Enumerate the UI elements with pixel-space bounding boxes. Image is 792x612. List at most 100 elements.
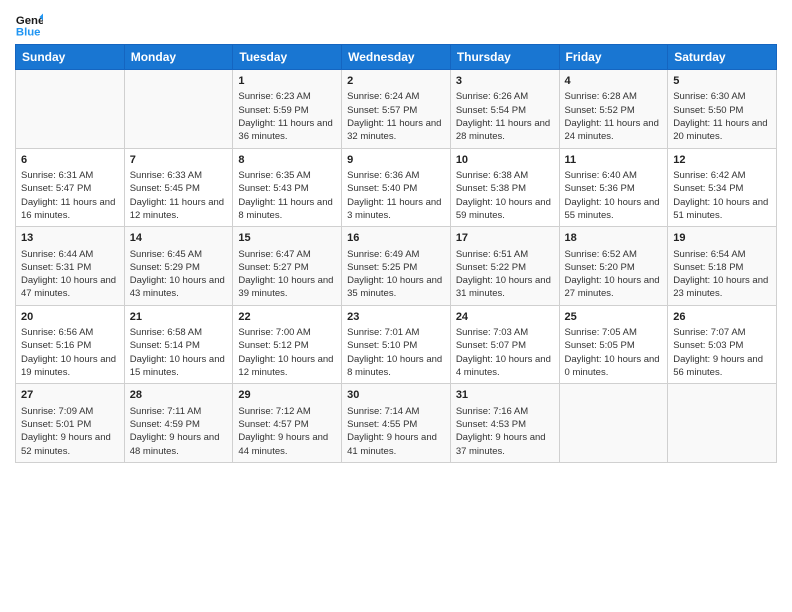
day-info: Sunset: 5:29 PM: [130, 261, 228, 274]
day-info: Sunrise: 7:14 AM: [347, 405, 445, 418]
day-number: 23: [347, 310, 445, 325]
day-info: Sunrise: 6:30 AM: [673, 90, 771, 103]
weekday-header-thursday: Thursday: [450, 45, 559, 70]
svg-text:General: General: [16, 15, 43, 27]
weekday-header-tuesday: Tuesday: [233, 45, 342, 70]
day-info: Daylight: 10 hours and 8 minutes.: [347, 353, 445, 380]
day-info: Daylight: 10 hours and 27 minutes.: [565, 274, 663, 301]
weekday-header-friday: Friday: [559, 45, 668, 70]
calendar-cell: 22Sunrise: 7:00 AMSunset: 5:12 PMDayligh…: [233, 305, 342, 384]
day-info: Sunrise: 6:49 AM: [347, 248, 445, 261]
day-info: Sunrise: 7:11 AM: [130, 405, 228, 418]
calendar-cell: 31Sunrise: 7:16 AMSunset: 4:53 PMDayligh…: [450, 384, 559, 463]
day-info: Sunrise: 6:31 AM: [21, 169, 119, 182]
day-info: Sunset: 5:20 PM: [565, 261, 663, 274]
calendar-cell: 7Sunrise: 6:33 AMSunset: 5:45 PMDaylight…: [124, 148, 233, 227]
day-info: Daylight: 10 hours and 35 minutes.: [347, 274, 445, 301]
day-info: Sunset: 4:57 PM: [238, 418, 336, 431]
calendar-table: SundayMondayTuesdayWednesdayThursdayFrid…: [15, 44, 777, 463]
day-info: Daylight: 10 hours and 12 minutes.: [238, 353, 336, 380]
day-info: Sunrise: 6:42 AM: [673, 169, 771, 182]
day-info: Sunrise: 6:23 AM: [238, 90, 336, 103]
day-number: 30: [347, 388, 445, 403]
svg-text:Blue: Blue: [16, 26, 41, 38]
day-number: 4: [565, 74, 663, 89]
day-info: Sunset: 5:12 PM: [238, 339, 336, 352]
day-info: Daylight: 10 hours and 51 minutes.: [673, 196, 771, 223]
day-info: Daylight: 10 hours and 55 minutes.: [565, 196, 663, 223]
day-info: Sunset: 5:36 PM: [565, 182, 663, 195]
day-info: Daylight: 11 hours and 24 minutes.: [565, 117, 663, 144]
day-number: 1: [238, 74, 336, 89]
day-info: Sunrise: 7:01 AM: [347, 326, 445, 339]
day-info: Daylight: 10 hours and 23 minutes.: [673, 274, 771, 301]
day-info: Daylight: 11 hours and 20 minutes.: [673, 117, 771, 144]
calendar-cell: 8Sunrise: 6:35 AMSunset: 5:43 PMDaylight…: [233, 148, 342, 227]
day-info: Sunrise: 7:09 AM: [21, 405, 119, 418]
day-info: Sunrise: 6:58 AM: [130, 326, 228, 339]
day-info: Sunrise: 6:56 AM: [21, 326, 119, 339]
calendar-cell: 2Sunrise: 6:24 AMSunset: 5:57 PMDaylight…: [342, 70, 451, 149]
day-info: Daylight: 10 hours and 0 minutes.: [565, 353, 663, 380]
day-info: Sunset: 5:18 PM: [673, 261, 771, 274]
calendar-cell: 10Sunrise: 6:38 AMSunset: 5:38 PMDayligh…: [450, 148, 559, 227]
day-info: Sunset: 5:45 PM: [130, 182, 228, 195]
calendar-cell: [668, 384, 777, 463]
day-info: Sunset: 5:50 PM: [673, 104, 771, 117]
day-number: 31: [456, 388, 554, 403]
day-info: Daylight: 10 hours and 43 minutes.: [130, 274, 228, 301]
day-info: Daylight: 9 hours and 48 minutes.: [130, 431, 228, 458]
day-number: 13: [21, 231, 119, 246]
day-info: Sunset: 5:47 PM: [21, 182, 119, 195]
calendar-cell: 26Sunrise: 7:07 AMSunset: 5:03 PMDayligh…: [668, 305, 777, 384]
day-info: Sunset: 5:07 PM: [456, 339, 554, 352]
day-info: Daylight: 11 hours and 28 minutes.: [456, 117, 554, 144]
day-info: Daylight: 10 hours and 4 minutes.: [456, 353, 554, 380]
day-info: Sunrise: 7:03 AM: [456, 326, 554, 339]
day-info: Sunrise: 6:52 AM: [565, 248, 663, 261]
day-info: Daylight: 10 hours and 39 minutes.: [238, 274, 336, 301]
weekday-header-wednesday: Wednesday: [342, 45, 451, 70]
calendar-cell: [16, 70, 125, 149]
day-info: Sunset: 5:43 PM: [238, 182, 336, 195]
day-info: Sunrise: 6:24 AM: [347, 90, 445, 103]
day-number: 25: [565, 310, 663, 325]
day-number: 16: [347, 231, 445, 246]
day-info: Daylight: 9 hours and 41 minutes.: [347, 431, 445, 458]
calendar-cell: 12Sunrise: 6:42 AMSunset: 5:34 PMDayligh…: [668, 148, 777, 227]
calendar-cell: 23Sunrise: 7:01 AMSunset: 5:10 PMDayligh…: [342, 305, 451, 384]
day-info: Daylight: 10 hours and 59 minutes.: [456, 196, 554, 223]
day-info: Daylight: 9 hours and 52 minutes.: [21, 431, 119, 458]
day-number: 10: [456, 153, 554, 168]
day-info: Sunrise: 6:26 AM: [456, 90, 554, 103]
day-info: Sunrise: 6:36 AM: [347, 169, 445, 182]
calendar-cell: [124, 70, 233, 149]
day-info: Sunrise: 7:07 AM: [673, 326, 771, 339]
day-info: Daylight: 9 hours and 56 minutes.: [673, 353, 771, 380]
day-info: Daylight: 9 hours and 37 minutes.: [456, 431, 554, 458]
day-number: 29: [238, 388, 336, 403]
day-info: Sunset: 5:22 PM: [456, 261, 554, 274]
calendar-week-row: 20Sunrise: 6:56 AMSunset: 5:16 PMDayligh…: [16, 305, 777, 384]
day-info: Sunset: 5:54 PM: [456, 104, 554, 117]
calendar-cell: 30Sunrise: 7:14 AMSunset: 4:55 PMDayligh…: [342, 384, 451, 463]
day-info: Sunset: 5:59 PM: [238, 104, 336, 117]
day-number: 28: [130, 388, 228, 403]
day-number: 5: [673, 74, 771, 89]
calendar-cell: 19Sunrise: 6:54 AMSunset: 5:18 PMDayligh…: [668, 227, 777, 306]
calendar-cell: 13Sunrise: 6:44 AMSunset: 5:31 PMDayligh…: [16, 227, 125, 306]
calendar-cell: 5Sunrise: 6:30 AMSunset: 5:50 PMDaylight…: [668, 70, 777, 149]
day-info: Sunset: 5:40 PM: [347, 182, 445, 195]
calendar-week-row: 13Sunrise: 6:44 AMSunset: 5:31 PMDayligh…: [16, 227, 777, 306]
calendar-cell: 24Sunrise: 7:03 AMSunset: 5:07 PMDayligh…: [450, 305, 559, 384]
day-info: Daylight: 11 hours and 8 minutes.: [238, 196, 336, 223]
calendar-cell: 1Sunrise: 6:23 AMSunset: 5:59 PMDaylight…: [233, 70, 342, 149]
day-number: 3: [456, 74, 554, 89]
weekday-header-sunday: Sunday: [16, 45, 125, 70]
calendar-cell: 9Sunrise: 6:36 AMSunset: 5:40 PMDaylight…: [342, 148, 451, 227]
weekday-header-saturday: Saturday: [668, 45, 777, 70]
calendar-cell: 21Sunrise: 6:58 AMSunset: 5:14 PMDayligh…: [124, 305, 233, 384]
day-info: Sunrise: 6:38 AM: [456, 169, 554, 182]
day-info: Daylight: 10 hours and 19 minutes.: [21, 353, 119, 380]
calendar-cell: 16Sunrise: 6:49 AMSunset: 5:25 PMDayligh…: [342, 227, 451, 306]
